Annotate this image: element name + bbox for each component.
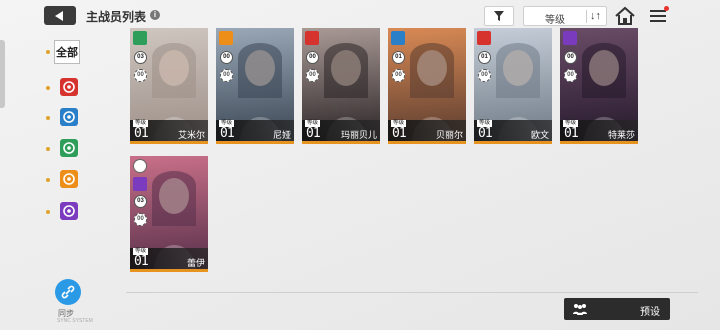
character-name: 特莱莎	[607, 130, 635, 140]
filter-all-tab[interactable]: 全部	[54, 40, 80, 64]
filter-marker	[46, 147, 50, 151]
page-title: 主战员列表	[86, 10, 147, 24]
sync-sublabel: SYNC SYSTEM	[57, 318, 93, 324]
element-filter-column: 全部	[42, 34, 82, 224]
bottom-divider	[126, 292, 698, 293]
menu-icon[interactable]	[650, 6, 669, 24]
home-icon[interactable]	[614, 6, 636, 26]
stat-badge: 00	[392, 69, 405, 82]
character-card[interactable]: 00 00 等级 01 特莱莎	[560, 28, 638, 144]
filter-button[interactable]	[484, 6, 514, 26]
menu-line	[650, 10, 666, 12]
character-card[interactable]: 01 00 等级 01 贝丽尔	[388, 28, 466, 144]
character-name: 蕾伊	[186, 258, 205, 268]
notification-dot	[664, 6, 669, 11]
level-value: 01	[306, 126, 321, 141]
menu-line	[650, 15, 666, 17]
filter-wind-icon[interactable]	[60, 139, 78, 157]
funnel-icon	[494, 11, 504, 21]
stat-badge: 00	[564, 51, 577, 64]
menu-line	[650, 20, 666, 22]
name-bar: 等级 01 贝丽尔	[388, 120, 466, 141]
side-drawer-handle[interactable]	[0, 40, 5, 108]
stat-badge: 00	[134, 213, 147, 226]
weapon-type-icon	[133, 159, 147, 173]
name-bar: 等级 01 玛丽贝儿	[302, 120, 380, 141]
back-arrow-icon	[55, 10, 63, 21]
stat-badge: 00	[564, 69, 577, 82]
sort-label: 等级	[545, 15, 565, 26]
character-card[interactable]: 03 00 等级 01 蕾伊	[130, 156, 208, 272]
stat-badge: 00	[220, 69, 233, 82]
character-name: 玛丽贝儿	[340, 130, 377, 140]
name-bar: 等级 01 欧文	[474, 120, 552, 141]
team-icon	[573, 304, 587, 315]
link-icon	[61, 285, 75, 299]
character-card[interactable]: 03 00 等级 01 艾米尔	[130, 28, 208, 144]
filter-marker	[46, 50, 50, 54]
character-name: 贝丽尔	[435, 130, 463, 140]
filter-marker	[46, 86, 50, 90]
name-bar: 等级 01 艾米尔	[130, 120, 208, 141]
character-name: 欧文	[530, 130, 549, 140]
filter-light-icon[interactable]	[60, 170, 78, 188]
filter-void-icon[interactable]	[60, 202, 78, 220]
name-bar: 等级 01 尼娅	[216, 120, 294, 141]
level-value: 01	[220, 126, 235, 141]
sort-divider	[586, 10, 587, 23]
stat-badge: 03	[134, 195, 147, 208]
name-bar: 等级 01 蕾伊	[130, 248, 208, 269]
element-icon	[219, 31, 233, 45]
filter-marker	[46, 178, 50, 182]
sort-order-icon[interactable]: ↓↑	[590, 10, 601, 22]
filter-balance-icon[interactable]	[60, 108, 78, 126]
back-button[interactable]	[44, 6, 76, 25]
sort-dropdown[interactable]: 等级 ↓↑	[523, 6, 607, 26]
element-icon	[133, 31, 147, 45]
stat-badge: 00	[220, 51, 233, 64]
character-card[interactable]: 00 00 等级 01 尼娅	[216, 28, 294, 144]
sync-button[interactable]	[55, 279, 81, 305]
level-value: 01	[392, 126, 407, 141]
filter-fire-icon[interactable]	[60, 78, 78, 96]
level-value: 01	[134, 126, 149, 141]
stat-badge: 01	[392, 51, 405, 64]
filter-marker	[46, 116, 50, 120]
level-value: 01	[564, 126, 579, 141]
stat-badge: 00	[306, 51, 319, 64]
name-bar: 等级 01 特莱莎	[560, 120, 638, 141]
element-icon	[305, 31, 319, 45]
character-grid: 03 00 等级 01 艾米尔 00 00 等级 01 尼娅 00 00 等级 01 玛丽贝儿 01 00 等级 0…	[126, 28, 696, 290]
character-card[interactable]: 00 00 等级 01 玛丽贝儿	[302, 28, 380, 144]
level-value: 01	[134, 254, 149, 269]
element-icon	[563, 31, 577, 45]
preset-label: 预设	[640, 307, 660, 318]
element-icon	[133, 177, 147, 191]
stat-badge: 00	[134, 69, 147, 82]
character-name: 尼娅	[272, 130, 291, 140]
level-value: 01	[478, 126, 493, 141]
stat-badge: 01	[478, 51, 491, 64]
element-icon	[477, 31, 491, 45]
character-name: 艾米尔	[177, 130, 205, 140]
filter-marker	[46, 210, 50, 214]
info-icon[interactable]: i	[150, 10, 160, 20]
stat-badge: 00	[478, 69, 491, 82]
stat-badge: 00	[306, 69, 319, 82]
top-bar: 主战员列表 i 等级 ↓↑	[0, 0, 720, 30]
character-card[interactable]: 01 00 等级 01 欧文	[474, 28, 552, 144]
preset-button[interactable]: 预设	[564, 298, 670, 320]
element-icon	[391, 31, 405, 45]
stat-badge: 03	[134, 51, 147, 64]
